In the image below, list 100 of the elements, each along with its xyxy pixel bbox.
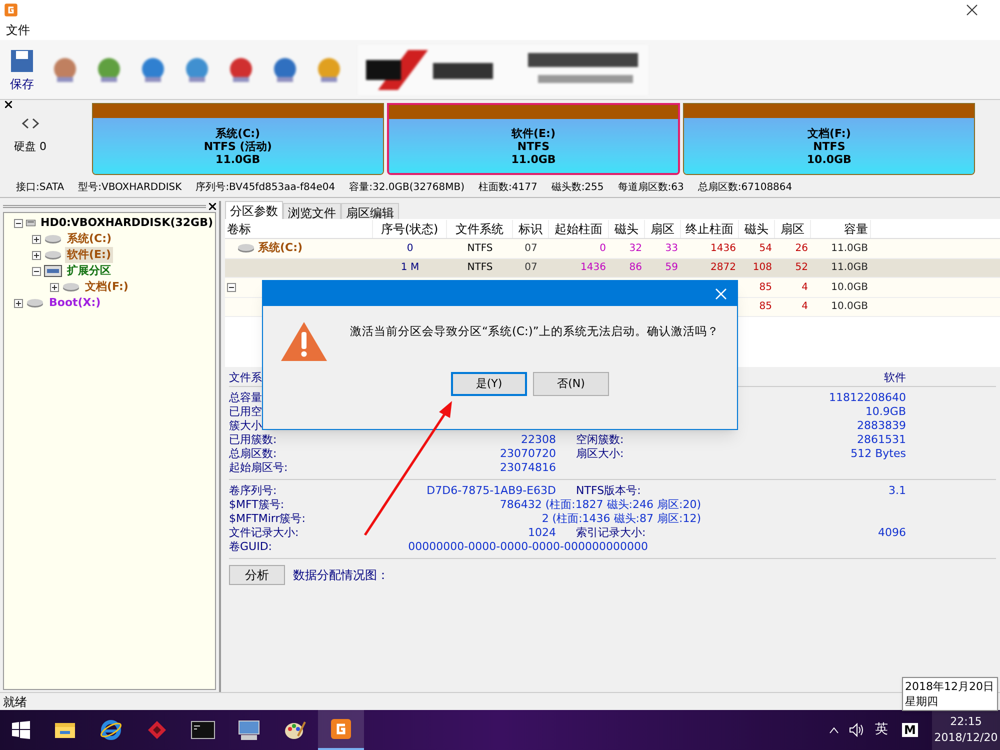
column-header[interactable]: 扇区 [775, 220, 811, 238]
info-label: 卷GUID: [229, 538, 273, 555]
expand-toggle[interactable] [14, 298, 23, 308]
chevron-up-icon[interactable] [829, 726, 840, 734]
close-icon[interactable] [209, 203, 216, 210]
tree-item[interactable]: HD0:VBOXHARDDISK(32GB) [38, 214, 215, 232]
column-header[interactable]: 文件系统 [447, 220, 513, 238]
column-header[interactable]: 终止柱面 [681, 220, 739, 238]
info-label: 已用空 [229, 404, 263, 420]
tree-item[interactable]: 文档(F:) [83, 278, 130, 296]
diamond-icon[interactable] [146, 719, 168, 741]
paint-icon[interactable] [284, 719, 306, 741]
disk-info: 接口:SATA [16, 180, 64, 195]
partition-size: 10.0GB [806, 152, 852, 166]
start-icon[interactable] [11, 720, 31, 740]
table-cell-text: 1436 [580, 261, 606, 276]
computer-icon[interactable] [237, 719, 261, 741]
expand-toggle[interactable] [32, 234, 41, 244]
dialog-button[interactable]: 否(N) [533, 372, 609, 396]
info-label: 簇大小 [229, 418, 263, 434]
diskgenius-icon[interactable] [330, 718, 352, 740]
previous-icon[interactable] [21, 118, 29, 129]
menu-item[interactable]: 文件 [6, 21, 30, 39]
ie-icon[interactable] [100, 719, 122, 741]
table-cell-text: 85 [759, 300, 772, 314]
input-mode[interactable]: M [902, 723, 918, 737]
collapse-toggle[interactable] [227, 282, 236, 292]
column-header[interactable]: 磁头 [609, 220, 645, 238]
partition-block[interactable]: 系统(C:) NTFS (活动) 11.0GB [92, 103, 384, 175]
taskbar-button[interactable] [318, 710, 364, 750]
tree-item[interactable]: Boot(X:) [47, 294, 103, 312]
collapse-toggle[interactable] [32, 266, 41, 276]
tree-item[interactable]: 系统(C:) [65, 230, 114, 248]
table-cell-text: 1 M [400, 261, 420, 276]
save-button[interactable]: 保存 [8, 46, 36, 92]
disk-info: 容量:32.0GB(32768MB) [349, 180, 464, 195]
table-cell-text: 33 [665, 242, 678, 256]
table-cell-text: 32 [629, 242, 642, 256]
close-icon[interactable] [966, 4, 978, 16]
info-label: 总容量 [229, 390, 263, 406]
table-cell-text: 26 [795, 242, 808, 256]
table-cell-text: 2872 [710, 261, 736, 276]
partition-size: 11.0GB [216, 152, 260, 166]
tab[interactable]: 扇区编辑 [341, 203, 399, 219]
table-cell-text: 11.0GB [831, 261, 868, 276]
info-label: 文件系 [229, 371, 262, 384]
info-label: 文件记录大小: [229, 524, 300, 541]
input-method[interactable]: 英 [875, 720, 888, 740]
folder-icon[interactable] [54, 720, 76, 740]
column-header[interactable]: 起始柱面 [549, 220, 609, 238]
drive-icon [62, 282, 80, 292]
info-value: 1024 [528, 526, 556, 539]
partition-block[interactable]: 文档(F:) NTFS 10.0GB [683, 103, 976, 175]
info-value: 22308 [521, 432, 556, 446]
clock[interactable]: 22:15 2018/12/20 [932, 710, 1000, 750]
info-value: 11812208640 [829, 390, 906, 404]
disk-info: 每道扇区数:63 [618, 180, 684, 195]
table-cell-text: 07 [524, 242, 538, 256]
column-header[interactable]: 磁头 [739, 220, 775, 238]
table-cell-text: 108 [752, 261, 772, 276]
volume-icon[interactable] [849, 723, 866, 737]
table-cell-text: 85 [759, 280, 772, 295]
expand-toggle[interactable] [50, 282, 59, 292]
info-value: 00000000-0000-0000-0000-000000000000 [407, 538, 648, 555]
allocation-map-label: 数据分配情况图： [293, 567, 389, 584]
partition-size: 11.0GB [511, 152, 556, 166]
expand-toggle[interactable] [32, 250, 41, 260]
drive-icon [44, 250, 62, 260]
column-header[interactable]: 容量 [811, 220, 871, 238]
info-value: D7D6-7875-1AB9-E63D [426, 484, 556, 497]
info-label: NTFS版本号: [576, 484, 641, 497]
table-cell-text: 07 [524, 261, 538, 276]
table-cell-text: NTFS [467, 242, 493, 256]
partition-block[interactable]: 软件(E:) NTFS 11.0GB [386, 103, 680, 175]
disk-info: 柱面数:4177 [478, 180, 538, 195]
close-icon[interactable] [5, 101, 12, 108]
partition-name: 系统(C:) [216, 126, 260, 140]
dialog-message: 激活当前分区会导致分区“系统(C:)”上的系统无法启动。确认激活吗？ [350, 323, 719, 340]
column-header[interactable]: 标识 [513, 220, 549, 238]
table-cell-text: 4 [802, 300, 808, 314]
table-row[interactable]: 1 M NTFS 07 1436 86 59 2872 108 52 11.0GB [225, 258, 1000, 278]
column-header[interactable]: 扇区 [645, 220, 681, 238]
tree-item[interactable]: 扩展分区 [65, 262, 113, 280]
next-icon[interactable] [32, 118, 40, 129]
drive-icon [26, 298, 44, 308]
column-header[interactable]: 序号(状态) [373, 220, 447, 238]
terminal-icon[interactable] [191, 720, 215, 740]
info-label: 起始扇区号: [229, 460, 289, 476]
tab[interactable]: 浏览文件 [283, 203, 341, 219]
tab[interactable]: 分区参数 [225, 201, 283, 219]
date-tooltip: 2018年12月20日 星期四 [902, 677, 998, 711]
collapse-toggle[interactable] [14, 218, 23, 228]
analyze-button[interactable]: 分析 [229, 565, 285, 585]
dialog-button[interactable]: 是(Y) [451, 372, 527, 396]
column-header[interactable]: 卷标 [225, 220, 373, 238]
info-value: 10.9GB [865, 404, 906, 418]
table-cell-text: 0 [600, 242, 606, 256]
tree-item[interactable]: 软件(E:) [65, 246, 113, 264]
table-row[interactable]: 系统(C:) 0 NTFS 07 0 32 33 1436 54 26 11.0GB [225, 239, 1000, 258]
table-cell-text: 1436 [710, 242, 736, 256]
